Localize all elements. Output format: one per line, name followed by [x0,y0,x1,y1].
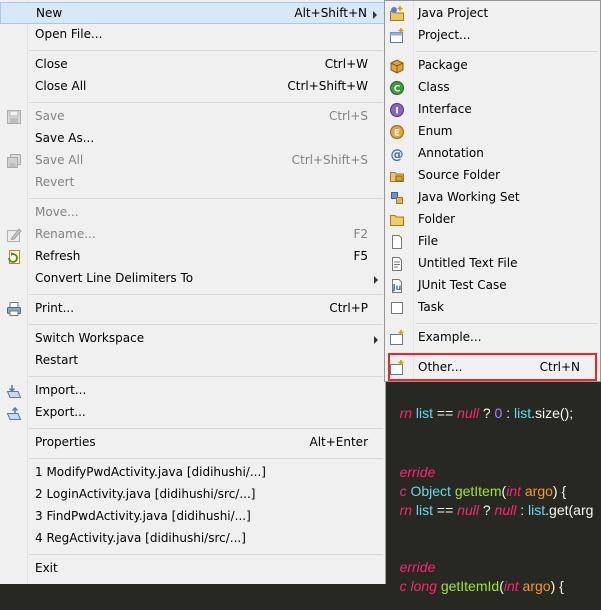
submenu-arrow-icon [373,11,377,19]
package-icon [390,59,404,74]
menu-separator [416,51,598,52]
svg-text:@: @ [391,148,404,163]
submenu-item-junit-test-case[interactable]: Ju JUnit Test Case [385,275,600,297]
menu-item-print[interactable]: Print... Ctrl+P [0,298,385,320]
submenu-item-java-working-set[interactable]: Java Working Set [385,187,600,209]
enum-icon: E [390,125,404,139]
example-icon [390,330,404,345]
menu-item-open-file[interactable]: Open File... [0,24,385,46]
class-icon: C [390,81,404,95]
menu-item-export[interactable]: Export... [0,402,385,424]
menu-separator [29,554,383,555]
rename-icon [7,228,22,242]
menu-item-import[interactable]: Import... [0,380,385,402]
text-file-icon [392,257,402,271]
menu-item-close[interactable]: Close Ctrl+W [0,54,385,76]
printer-icon [7,302,21,316]
menu-item-revert[interactable]: Revert [0,172,385,194]
task-icon [391,302,403,314]
save-all-icon [7,154,21,168]
import-icon [6,385,22,398]
menu-separator [29,102,383,103]
svg-text:C: C [394,85,401,95]
menu-item-restart[interactable]: Restart [0,350,385,372]
submenu-arrow-icon [374,276,378,284]
junit-icon: Ju [392,279,402,293]
submenu-item-folder[interactable]: Folder [385,209,600,231]
menu-separator [29,294,383,295]
interface-icon: I [390,103,404,117]
export-icon [6,406,22,420]
menu-item-recent-file[interactable]: 1 ModifyPwdActivity.java [didihushi/...] [0,462,385,484]
menu-separator [29,428,383,429]
submenu-item-interface[interactable]: I Interface [385,99,600,121]
submenu-item-project[interactable]: Project... [385,25,600,47]
submenu-item-task[interactable]: Task [385,297,600,319]
menu-item-save-all[interactable]: Save All Ctrl+Shift+S [0,150,385,172]
submenu-item-example[interactable]: Example... [385,327,600,349]
menu-item-save-as[interactable]: Save As... [0,128,385,150]
code-line: rn list == null ? 0 : list.size(); [399,405,574,421]
menu-item-recent-file[interactable]: 3 FindPwdActivity.java [didihushi/...] [0,506,385,528]
menu-item-recent-file[interactable]: 2 LoginActivity.java [didihushi/src/...] [0,484,385,506]
svg-text:I: I [395,107,398,117]
source-folder-icon [390,172,404,182]
menu-item-refresh[interactable]: Refresh F5 [0,246,385,268]
code-line: rn list == null ? null : list.get(arg [399,502,594,518]
java-project-icon [390,6,404,21]
submenu-item-source-folder[interactable]: Source Folder [385,165,600,187]
menu-item-new[interactable]: New Alt+Shift+N [0,2,385,24]
save-icon [7,110,21,124]
menu-separator [29,324,383,325]
refresh-icon [8,250,20,264]
svg-text:Ju: Ju [392,283,402,292]
annotation-icon: @ [391,148,404,163]
menu-item-save[interactable]: Save Ctrl+S [0,106,385,128]
menu-item-close-all[interactable]: Close All Ctrl+Shift+W [0,76,385,98]
project-icon [390,28,404,43]
submenu-item-java-project[interactable]: Java Project [385,3,600,25]
menu-item-convert-line-delimiters[interactable]: Convert Line Delimiters To [0,268,385,290]
working-set-icon [391,192,403,204]
menu-item-recent-file[interactable]: 4 RegActivity.java [didihushi/src/...] [0,528,385,550]
menu-item-rename[interactable]: Rename... F2 [0,224,385,246]
menu-item-switch-workspace[interactable]: Switch Workspace [0,328,385,350]
submenu-item-file[interactable]: File [385,231,600,253]
svg-text:E: E [394,129,400,139]
file-menu: New Alt+Shift+N Open File... Close Ctrl+… [0,0,386,584]
file-icon [392,235,402,249]
submenu-arrow-icon [374,336,378,344]
new-submenu: Java Project Project... Package C Class … [384,0,601,382]
submenu-item-package[interactable]: Package [385,55,600,77]
menu-separator [416,323,598,324]
menu-separator [29,50,383,51]
folder-icon [390,215,404,226]
submenu-item-class[interactable]: C Class [385,77,600,99]
submenu-item-enum[interactable]: E Enum [385,121,600,143]
menu-item-exit[interactable]: Exit [0,558,385,580]
menu-separator [29,458,383,459]
submenu-item-untitled-text-file[interactable]: Untitled Text File [385,253,600,275]
code-line: c long getItemId(int argo) { [399,578,564,594]
menu-item-move[interactable]: Move... [0,202,385,224]
highlight-box [388,353,597,381]
submenu-item-annotation[interactable]: @ Annotation [385,143,600,165]
menu-separator [29,198,383,199]
menu-item-properties[interactable]: Properties Alt+Enter [0,432,385,454]
menu-separator [29,376,383,377]
